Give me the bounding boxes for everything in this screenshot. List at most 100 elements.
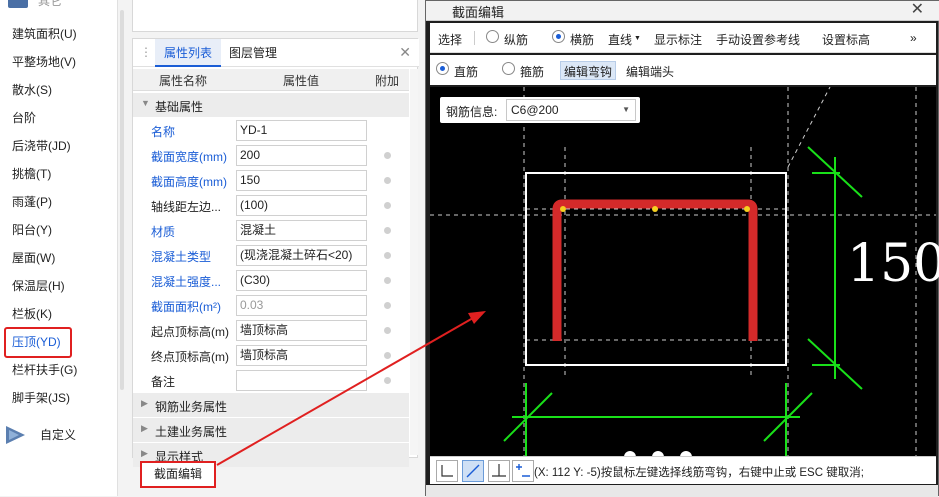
tab-property-list[interactable]: 属性列表 <box>155 39 221 67</box>
manual-reference-line-button[interactable]: 手动设置参考线 <box>716 31 800 48</box>
perpendicular-snap-button[interactable] <box>488 460 510 482</box>
extra-checkbox[interactable] <box>384 227 391 234</box>
line-dropdown[interactable]: 直线 <box>608 31 632 48</box>
drawing-canvas[interactable]: 钢筋信息: C6@200 ▼ 150 <box>430 87 939 457</box>
tree-item[interactable]: 台阶 <box>12 108 36 128</box>
edit-hook-button[interactable]: 编辑弯钩 <box>564 63 612 80</box>
group-basic-properties[interactable]: ▼ 基础属性 <box>133 93 409 117</box>
tree-group-label: 其它 <box>38 0 63 8</box>
rebar-info-select[interactable]: C6@200 ▼ <box>506 99 636 121</box>
extra-checkbox[interactable] <box>384 377 391 384</box>
set-elevation-button[interactable]: 设置标高 <box>822 31 870 48</box>
section-edit-button[interactable]: 截面编辑 <box>140 461 216 488</box>
extra-checkbox[interactable] <box>384 352 391 359</box>
selected-item-highlight <box>4 327 72 358</box>
transverse-label: 横筋 <box>570 33 595 47</box>
expand-arrow-icon: ▶ <box>141 423 148 433</box>
extra-checkbox[interactable] <box>384 202 391 209</box>
property-name: 备注 <box>151 375 176 389</box>
properties-scrollbar[interactable] <box>410 69 418 455</box>
property-group-collapsed[interactable]: ▶ 土建业务属性 <box>133 418 409 442</box>
property-name: 截面高度(mm) <box>151 175 227 189</box>
rebar-info-label: 钢筋信息: <box>446 105 498 119</box>
panel-tabs: ⋮⋮ 属性列表 图层管理 ✕ <box>133 39 419 67</box>
tree-item-custom[interactable]: 自定义 <box>0 419 117 449</box>
property-value-field[interactable]: 混凝土 <box>236 220 367 241</box>
tree-item[interactable]: 散水(S) <box>12 80 52 100</box>
property-row: 混凝土类型 (现浇混凝土碎石<20) <box>133 243 409 268</box>
height-dimension-label: 150 <box>847 234 939 294</box>
property-value-field[interactable]: (C30) <box>236 270 367 291</box>
transverse-radio[interactable] <box>552 30 565 43</box>
add-point-icon <box>516 464 530 477</box>
property-value-field[interactable]: (现浇混凝土碎石<20) <box>236 245 367 266</box>
tree-item[interactable]: 栏板(K) <box>12 304 52 324</box>
close-icon[interactable]: ✕ <box>399 44 411 61</box>
tree-item[interactable]: 雨蓬(P) <box>12 192 52 212</box>
properties-panel: ⋮⋮ 属性列表 图层管理 ✕ 属性名称 属性值 附加 ▼ 基础属性 名称 YD-1… <box>132 38 419 467</box>
tree-item[interactable]: 阳台(Y) <box>12 220 52 240</box>
property-value-field[interactable]: 墙顶标高 <box>236 320 367 341</box>
property-row: 终点顶标高(m) 墙顶标高 <box>133 343 409 368</box>
extra-checkbox[interactable] <box>384 327 391 334</box>
group-label: 基础属性 <box>155 100 204 114</box>
property-value-field[interactable] <box>236 370 367 391</box>
tab-layer-management[interactable]: 图层管理 <box>229 39 277 67</box>
property-row: 轴线距左边... (100) <box>133 193 409 218</box>
property-row: 材质 混凝土 <box>133 218 409 243</box>
extra-checkbox[interactable] <box>384 302 391 309</box>
tree-item[interactable]: 后浇带(JD) <box>12 136 71 156</box>
dialog-title: 截面编辑 <box>452 5 505 20</box>
property-row: 混凝土强度... (C30) <box>133 268 409 293</box>
extra-checkbox[interactable] <box>384 152 391 159</box>
extra-checkbox[interactable] <box>384 277 391 284</box>
property-name: 混凝土类型 <box>151 250 212 264</box>
tree-item[interactable]: 栏杆扶手(G) <box>12 360 77 380</box>
property-row: 截面面积(m²) 0.03 <box>133 293 409 318</box>
extra-checkbox[interactable] <box>384 252 391 259</box>
line-snap-button[interactable] <box>462 460 484 482</box>
select-button[interactable]: 选择 <box>438 31 462 48</box>
show-dimension-button[interactable]: 显示标注 <box>654 31 702 48</box>
property-value-field[interactable]: 200 <box>236 145 367 166</box>
collapse-arrow-icon: ▼ <box>141 98 150 108</box>
tree-item[interactable]: 屋面(W) <box>12 248 55 268</box>
property-row: 截面高度(mm) 150 <box>133 168 409 193</box>
tree-group-header[interactable]: 其它 <box>0 0 117 14</box>
property-value-field[interactable]: 墙顶标高 <box>236 345 367 366</box>
close-icon[interactable]: ✕ <box>911 0 924 19</box>
longitudinal-radio[interactable] <box>486 30 499 43</box>
orthogonal-snap-button[interactable] <box>436 460 458 482</box>
property-name: 轴线距左边... <box>151 200 222 214</box>
straight-bar-radio[interactable] <box>436 62 449 75</box>
tree-item[interactable]: 挑檐(T) <box>12 164 51 184</box>
property-row: 备注 <box>133 368 409 393</box>
tree-item[interactable]: 保温层(H) <box>12 276 65 296</box>
more-tools-button[interactable]: » <box>910 31 917 45</box>
tree-scrollbar[interactable] <box>118 0 126 496</box>
straight-bar-label: 直筋 <box>454 65 479 79</box>
extra-checkbox[interactable] <box>384 177 391 184</box>
stirrup-radio[interactable] <box>502 62 515 75</box>
tree-item[interactable]: 脚手架(JS) <box>12 388 70 408</box>
status-message: (X: 112 Y: -5)按鼠标左键选择线筋弯钩，右键中止或 ESC 键取消; <box>534 467 864 479</box>
edit-end-button[interactable]: 编辑端头 <box>626 63 674 80</box>
stirrup-label: 箍筋 <box>520 65 545 79</box>
group-label: 土建业务属性 <box>155 425 228 439</box>
property-value-field[interactable]: 0.03 <box>236 295 367 316</box>
add-point-button[interactable] <box>512 460 534 482</box>
property-name: 名称 <box>151 125 176 139</box>
scrollbar-thumb[interactable] <box>120 10 124 390</box>
dialog-titlebar: 截面编辑 ✕ <box>426 1 939 21</box>
property-row: 截面宽度(mm) 200 <box>133 143 409 168</box>
tree-item[interactable]: 平整场地(V) <box>12 52 76 72</box>
tree-item[interactable]: 建筑面积(U) <box>12 24 77 44</box>
property-name: 截面宽度(mm) <box>151 150 227 164</box>
property-value-field[interactable]: YD-1 <box>236 120 367 141</box>
property-value-field[interactable]: (100) <box>236 195 367 216</box>
section-edit-dialog: 截面编辑 ✕ 选择 纵筋 横筋 直线 ▼ 显示标注 手动设置参考线 设置标高 »… <box>425 0 939 497</box>
property-group-collapsed[interactable]: ▶ 钢筋业务属性 <box>133 393 409 417</box>
property-value-field[interactable]: 150 <box>236 170 367 191</box>
property-name: 混凝土强度... <box>151 275 222 289</box>
property-row: 起点顶标高(m) 墙顶标高 <box>133 318 409 343</box>
